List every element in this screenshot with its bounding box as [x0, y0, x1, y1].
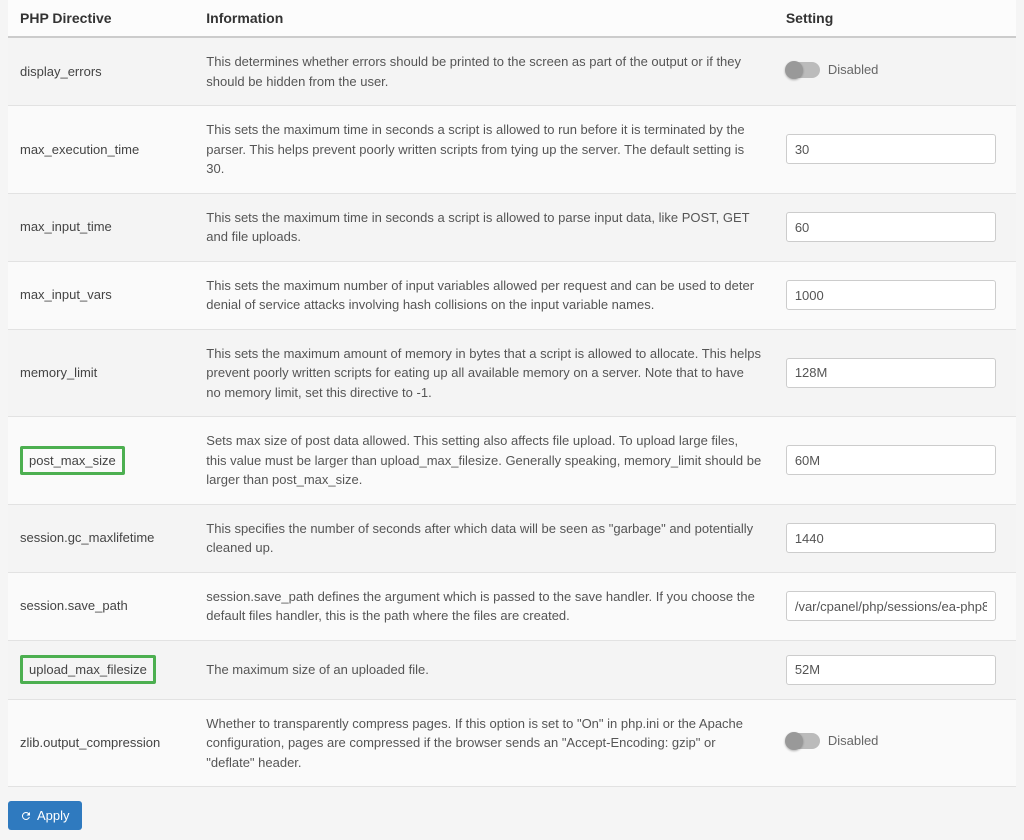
setting-input[interactable]	[786, 280, 996, 310]
setting-input[interactable]	[786, 655, 996, 685]
toggle-knob	[785, 732, 803, 750]
directive-name: max_input_time	[20, 219, 112, 234]
directive-cell: memory_limit	[8, 329, 194, 417]
setting-input[interactable]	[786, 523, 996, 553]
refresh-icon	[20, 810, 32, 822]
info-cell: Whether to transparently compress pages.…	[194, 699, 774, 787]
directive-name: display_errors	[20, 64, 102, 79]
toggle-state-label: Disabled	[828, 60, 879, 80]
directive-name: zlib.output_compression	[20, 735, 160, 750]
header-directive: PHP Directive	[8, 0, 194, 37]
setting-input[interactable]	[786, 445, 996, 475]
directive-cell: max_input_time	[8, 193, 194, 261]
directive-cell: session.gc_maxlifetime	[8, 504, 194, 572]
setting-input[interactable]	[786, 134, 996, 164]
table-row: session.gc_maxlifetime This specifies the…	[8, 504, 1016, 572]
table-row: max_execution_time This sets the maximum …	[8, 106, 1016, 194]
setting-cell	[774, 329, 1016, 417]
directive-cell: max_execution_time	[8, 106, 194, 194]
directive-name: max_execution_time	[20, 142, 139, 157]
table-row: display_errors This determines whether er…	[8, 37, 1016, 106]
toggle-switch[interactable]	[786, 733, 820, 749]
toggle-knob	[785, 61, 803, 79]
setting-cell: Disabled	[774, 699, 1016, 787]
directive-name: max_input_vars	[20, 287, 112, 302]
table-row: max_input_time This sets the maximum time…	[8, 193, 1016, 261]
setting-cell	[774, 572, 1016, 640]
setting-cell: Disabled	[774, 37, 1016, 106]
setting-cell	[774, 193, 1016, 261]
setting-cell	[774, 504, 1016, 572]
table-row: zlib.output_compression Whether to transp…	[8, 699, 1016, 787]
table-row: memory_limit This sets the maximum amount…	[8, 329, 1016, 417]
table-row: post_max_size Sets max size of post data …	[8, 417, 1016, 505]
info-cell: This sets the maximum number of input va…	[194, 261, 774, 329]
info-cell: This sets the maximum time in seconds a …	[194, 106, 774, 194]
setting-cell	[774, 261, 1016, 329]
toggle-switch[interactable]	[786, 62, 820, 78]
directive-name: memory_limit	[20, 365, 97, 380]
directive-name: session.save_path	[20, 598, 128, 613]
table-row: session.save_path session.save_path defin…	[8, 572, 1016, 640]
setting-input[interactable]	[786, 212, 996, 242]
info-cell: The maximum size of an uploaded file.	[194, 640, 774, 699]
table-row: upload_max_filesize The maximum size of a…	[8, 640, 1016, 699]
info-cell: This specifies the number of seconds aft…	[194, 504, 774, 572]
directive-cell: max_input_vars	[8, 261, 194, 329]
setting-cell	[774, 640, 1016, 699]
info-cell: This determines whether errors should be…	[194, 37, 774, 106]
directive-cell: upload_max_filesize	[8, 640, 194, 699]
directive-cell: post_max_size	[8, 417, 194, 505]
directive-cell: display_errors	[8, 37, 194, 106]
info-cell: This sets the maximum time in seconds a …	[194, 193, 774, 261]
setting-input[interactable]	[786, 591, 996, 621]
setting-toggle[interactable]: Disabled	[786, 731, 879, 751]
directive-name: post_max_size	[20, 446, 125, 476]
toggle-state-label: Disabled	[828, 731, 879, 751]
php-directives-table: PHP Directive Information Setting displa…	[8, 0, 1016, 787]
setting-cell	[774, 417, 1016, 505]
setting-cell	[774, 106, 1016, 194]
directive-name: session.gc_maxlifetime	[20, 530, 154, 545]
apply-button-label: Apply	[37, 808, 70, 823]
info-cell: This sets the maximum amount of memory i…	[194, 329, 774, 417]
directive-name: upload_max_filesize	[20, 655, 156, 685]
directive-cell: session.save_path	[8, 572, 194, 640]
header-information: Information	[194, 0, 774, 37]
setting-input[interactable]	[786, 358, 996, 388]
setting-toggle[interactable]: Disabled	[786, 60, 879, 80]
directive-cell: zlib.output_compression	[8, 699, 194, 787]
apply-button[interactable]: Apply	[8, 801, 82, 830]
info-cell: Sets max size of post data allowed. This…	[194, 417, 774, 505]
info-cell: session.save_path defines the argument w…	[194, 572, 774, 640]
table-row: max_input_vars This sets the maximum numb…	[8, 261, 1016, 329]
header-setting: Setting	[774, 0, 1016, 37]
